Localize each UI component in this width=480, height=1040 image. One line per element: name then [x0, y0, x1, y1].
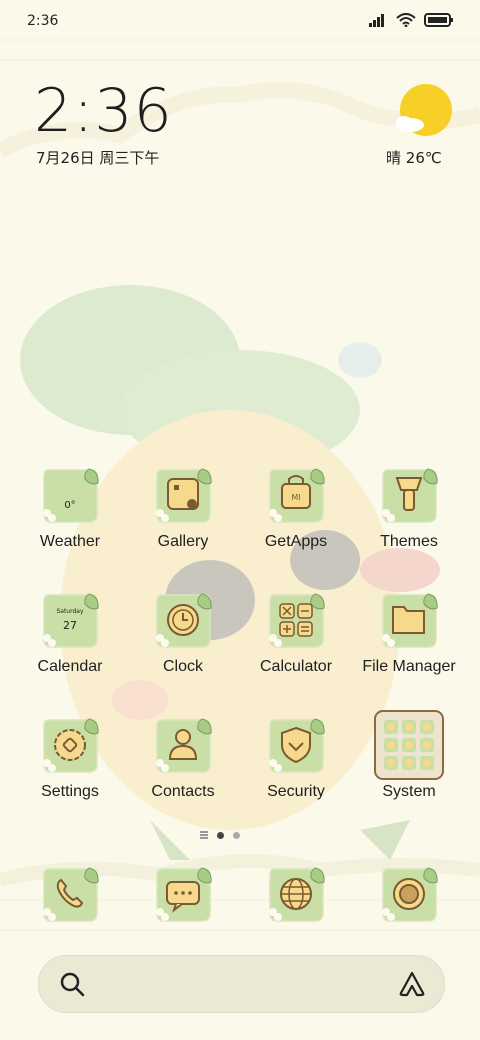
person-icon — [155, 718, 212, 773]
search-bar[interactable] — [38, 955, 445, 1013]
battery-icon — [424, 13, 453, 27]
calendar-icon-date: 27 — [63, 619, 77, 632]
menu-lines-icon — [200, 831, 208, 839]
clock-widget-date[interactable]: 7月26日 周三下午 — [36, 147, 159, 168]
clock-icon — [155, 593, 212, 648]
dock-browser[interactable] — [241, 865, 351, 923]
app-label: Themes — [380, 533, 438, 550]
weather-widget-text: 晴 26℃ — [386, 147, 442, 168]
app-label: Gallery — [157, 533, 209, 550]
assistant-icon[interactable] — [398, 970, 426, 998]
app-label: Clock — [162, 658, 203, 675]
dock-phone[interactable] — [15, 865, 125, 923]
shopping-bag-icon: MI — [268, 468, 325, 523]
app-getapps[interactable]: MI GetApps — [241, 466, 351, 551]
page-indicator[interactable] — [200, 828, 280, 842]
dock-camera[interactable] — [354, 865, 464, 923]
app-system-folder[interactable]: System — [354, 710, 464, 801]
app-label: GetApps — [264, 533, 328, 550]
sun-cloud-icon — [396, 84, 452, 136]
app-security[interactable]: Security — [241, 716, 351, 801]
folder-icon — [381, 593, 438, 648]
message-icon — [155, 867, 212, 922]
wifi-icon — [396, 13, 416, 27]
status-time: 2:36 — [27, 13, 59, 29]
app-label: Contacts — [151, 783, 215, 800]
calculator-icon — [268, 593, 325, 648]
app-file-manager[interactable]: File Manager — [354, 591, 464, 676]
gallery-icon — [155, 468, 212, 523]
getapps-icon-text: MI — [291, 493, 300, 502]
app-label: System — [382, 783, 436, 800]
folder-grid-icon — [374, 710, 444, 780]
app-settings[interactable]: Settings — [15, 716, 125, 801]
paint-brush-icon — [381, 468, 438, 523]
clock-widget-time[interactable]: 2:36 — [34, 76, 173, 146]
app-themes[interactable]: Themes — [354, 466, 464, 551]
app-label: Settings — [41, 783, 99, 800]
app-gallery[interactable]: Gallery — [128, 466, 238, 551]
app-label: File Manager — [362, 658, 456, 675]
camera-icon — [381, 867, 438, 922]
app-label: Security — [267, 783, 325, 800]
weather-icon-temp: 0° — [64, 500, 75, 511]
app-weather[interactable]: 0° Weather — [15, 466, 125, 551]
phone-icon — [42, 867, 99, 922]
app-label: Calendar — [37, 658, 103, 675]
app-clock[interactable]: Clock — [128, 591, 238, 676]
page-dot-active[interactable] — [217, 831, 224, 839]
gear-icon — [42, 718, 99, 773]
status-bar: 2:36 — [0, 0, 480, 44]
calendar-icon-day: Saturday — [56, 608, 83, 615]
weather-widget[interactable]: 晴 26℃ — [380, 80, 460, 170]
app-calculator[interactable]: Calculator — [241, 591, 351, 676]
page-dot[interactable] — [233, 831, 240, 839]
calendar-icon: Saturday 27 — [42, 593, 99, 648]
dock-messages[interactable] — [128, 865, 238, 923]
weather-icon: 0° — [42, 468, 99, 523]
app-contacts[interactable]: Contacts — [128, 716, 238, 801]
app-label: Weather — [39, 533, 101, 550]
app-label: Calculator — [259, 658, 333, 675]
app-calendar[interactable]: Saturday 27 Calendar — [15, 591, 125, 676]
globe-icon — [268, 867, 325, 922]
signal-icon — [369, 14, 384, 27]
search-icon[interactable] — [59, 971, 85, 997]
weather-condition: 晴 — [386, 149, 402, 167]
weather-temperature: 26℃ — [405, 149, 442, 167]
shield-icon — [268, 718, 325, 773]
